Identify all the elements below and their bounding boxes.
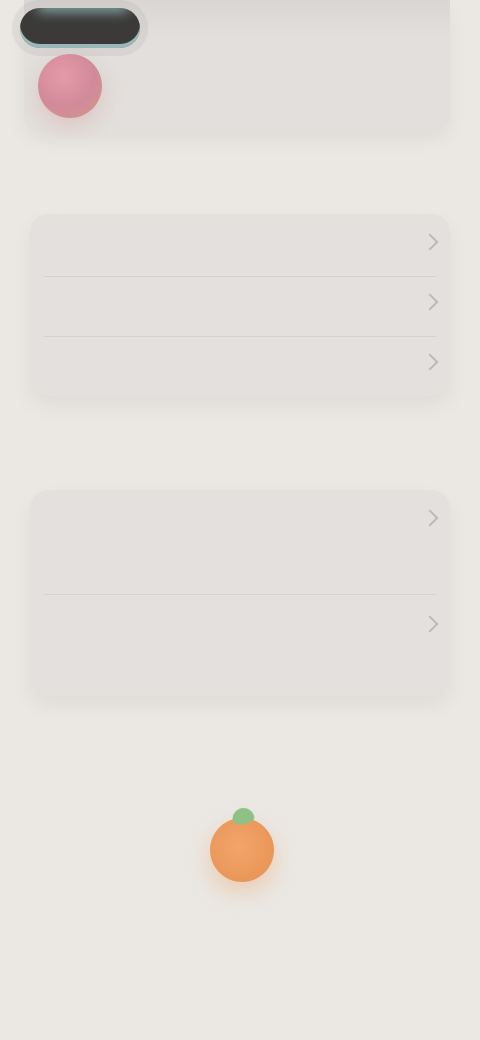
chevron-right-icon: [421, 615, 439, 633]
chevron-right-icon: [421, 353, 439, 371]
chevron-right-icon: [421, 293, 439, 311]
chevron-right-icon: [421, 233, 439, 251]
chevron-right-icon: [421, 509, 439, 527]
top-action-pill[interactable]: [20, 8, 140, 48]
settings-card-2: [30, 490, 450, 696]
settings-row-3[interactable]: [44, 353, 439, 371]
settings-card-1: [30, 214, 450, 396]
settings-row-2[interactable]: [44, 293, 439, 311]
divider: [44, 594, 436, 595]
avatar[interactable]: [38, 54, 102, 118]
divider: [44, 276, 436, 277]
settings-row-5[interactable]: [44, 615, 439, 633]
settings-row-4[interactable]: [44, 509, 439, 527]
settings-row-1[interactable]: [44, 233, 439, 251]
orange-fruit-icon: [210, 818, 274, 882]
divider: [44, 336, 436, 337]
